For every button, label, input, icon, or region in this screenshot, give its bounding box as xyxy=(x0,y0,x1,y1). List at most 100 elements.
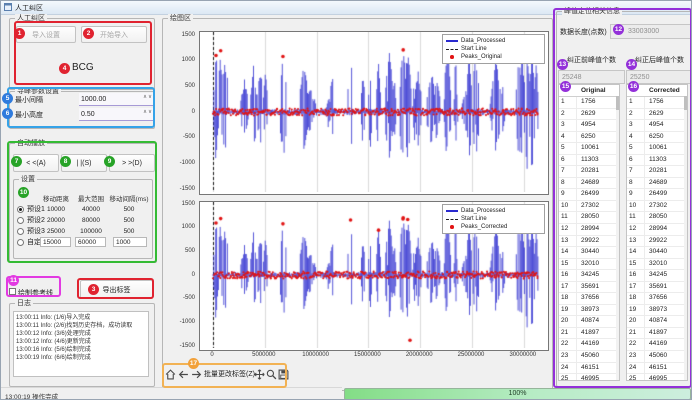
preset-radio-3[interactable] xyxy=(17,228,24,235)
table-row[interactable]: 2244169 xyxy=(559,339,619,351)
table-row[interactable]: 1430440 xyxy=(627,247,687,259)
table-row[interactable]: 1735691 xyxy=(627,282,687,294)
row-index: 11 xyxy=(559,212,577,223)
table-row[interactable]: 1837656 xyxy=(559,293,619,305)
table-row[interactable]: 22629 xyxy=(559,109,619,121)
table-row[interactable]: 1228994 xyxy=(559,224,619,236)
table-row[interactable]: 2345060 xyxy=(627,351,687,363)
row-index: 9 xyxy=(559,189,577,200)
legend-line-icon xyxy=(446,40,458,42)
table-row[interactable]: 611303 xyxy=(627,155,687,167)
table-scrollbar[interactable] xyxy=(616,96,619,380)
table-row[interactable]: 926499 xyxy=(627,189,687,201)
row-value: 24689 xyxy=(645,178,667,189)
table-row[interactable]: 1027302 xyxy=(627,201,687,213)
preset-value: 20000 xyxy=(36,216,76,226)
row-index: 8 xyxy=(627,178,645,189)
table-row[interactable]: 1532010 xyxy=(627,259,687,271)
draw-reference-checkbox[interactable] xyxy=(9,288,16,295)
table-row[interactable]: 2446151 xyxy=(627,363,687,375)
legend-dash-icon xyxy=(446,49,458,50)
table-row[interactable]: 1329922 xyxy=(627,236,687,248)
scrollbar-thumb[interactable] xyxy=(616,96,619,110)
import-settings-button[interactable]: 导入设置 xyxy=(16,26,76,43)
table-row[interactable]: 2141897 xyxy=(627,328,687,340)
y-tick-upper: 0 xyxy=(169,109,195,115)
table-row[interactable]: 22629 xyxy=(627,109,687,121)
spin-arrows-icon[interactable]: ∧∨ xyxy=(143,94,153,100)
step-forward-button[interactable]: > >(D) xyxy=(109,154,155,172)
log-output[interactable]: 13:00:11 Info: (1/6)导入完成13:00:11 Info: (… xyxy=(13,311,149,377)
table-row[interactable]: 1329922 xyxy=(559,236,619,248)
table-row[interactable]: 46250 xyxy=(627,132,687,144)
preset-radio-2[interactable] xyxy=(17,217,24,224)
table-row[interactable]: 824689 xyxy=(559,178,619,190)
row-index: 6 xyxy=(559,155,577,166)
table-row[interactable]: 1634245 xyxy=(559,270,619,282)
table-row[interactable]: 1430440 xyxy=(559,247,619,259)
preset-radio-1[interactable] xyxy=(17,206,24,213)
table-row[interactable]: 510061 xyxy=(627,143,687,155)
y-tick-upper: -500 xyxy=(169,134,195,140)
back-button[interactable] xyxy=(177,367,190,382)
table-row[interactable]: 2446151 xyxy=(559,363,619,375)
batch-edit-labels-button[interactable]: 批量更改标签(Z) xyxy=(204,367,255,382)
min-height-spinbox[interactable]: 0.50 ∧∨ xyxy=(79,108,155,121)
table-row[interactable]: 720281 xyxy=(627,166,687,178)
custom-value-input-0[interactable]: 15000 xyxy=(40,237,71,247)
home-button[interactable] xyxy=(164,367,177,382)
table-row[interactable]: 2040874 xyxy=(627,316,687,328)
table-row[interactable]: 720281 xyxy=(559,166,619,178)
table-row[interactable]: 1634245 xyxy=(627,270,687,282)
preset-radio-4[interactable] xyxy=(17,239,24,246)
table-row[interactable]: 1128050 xyxy=(559,212,619,224)
original-peaks-table[interactable]: Original11756226293495446250510061611303… xyxy=(558,84,620,381)
log-line: 13:00:16 Info: (5/6)绘制完成 xyxy=(16,346,146,354)
chart-lower-legend: Data_ProcessedStart LinePeaks_Corrected xyxy=(442,204,545,234)
table-row[interactable]: 2546995 xyxy=(559,374,619,381)
scrollbar-thumb[interactable] xyxy=(684,96,687,110)
table-row[interactable]: 11756 xyxy=(627,97,687,109)
table-row[interactable]: 2141897 xyxy=(559,328,619,340)
save-button[interactable] xyxy=(277,367,290,382)
row-index: 20 xyxy=(627,316,645,327)
table-row[interactable]: 1027302 xyxy=(559,201,619,213)
table-row[interactable]: 1735691 xyxy=(559,282,619,294)
forward-button[interactable] xyxy=(190,367,203,382)
table-row[interactable]: 824689 xyxy=(627,178,687,190)
min-interval-spinbox[interactable]: 1000.00 ∧∨ xyxy=(79,93,155,106)
corrected-peaks-table[interactable]: Corrected1175622629349544625051006161130… xyxy=(626,84,688,381)
table-row[interactable]: 1228994 xyxy=(627,224,687,236)
spin-arrows-icon[interactable]: ∧∨ xyxy=(143,109,153,115)
preset-table-header: 移动距离最大范围移动间隔(ms) xyxy=(15,195,151,205)
table-row[interactable]: 34954 xyxy=(627,120,687,132)
table-row[interactable]: 34954 xyxy=(559,120,619,132)
y-tick-upper: 1500 xyxy=(169,32,195,38)
table-row[interactable]: 1128050 xyxy=(627,212,687,224)
custom-value-input-1[interactable]: 60000 xyxy=(75,237,106,247)
table-row[interactable]: 2040874 xyxy=(559,316,619,328)
table-row[interactable]: 510061 xyxy=(559,143,619,155)
table-row[interactable]: 46250 xyxy=(559,132,619,144)
legend-dashed-sample xyxy=(446,219,461,220)
table-row[interactable]: 11756 xyxy=(559,97,619,109)
row-value: 2629 xyxy=(645,109,663,120)
som-marker-4: 4 xyxy=(59,63,70,74)
row-value: 44169 xyxy=(577,339,599,350)
status-bar: 13:00:19 操作完成 xyxy=(1,387,342,400)
y-tick-lower: 0 xyxy=(169,272,195,278)
table-row[interactable]: 611303 xyxy=(559,155,619,167)
table-row[interactable]: 1532010 xyxy=(559,259,619,271)
table-row[interactable]: 1938973 xyxy=(627,305,687,317)
peak-info-title: 峰值定位相关信息 xyxy=(562,7,622,16)
row-value: 35691 xyxy=(577,282,599,293)
table-row[interactable]: 2345060 xyxy=(559,351,619,363)
table-row[interactable]: 1837656 xyxy=(627,293,687,305)
table-row[interactable]: 926499 xyxy=(559,189,619,201)
row-index: 24 xyxy=(559,363,577,374)
table-row[interactable]: 2546995 xyxy=(627,374,687,381)
table-row[interactable]: 2244169 xyxy=(627,339,687,351)
table-row[interactable]: 1938973 xyxy=(559,305,619,317)
table-scrollbar[interactable] xyxy=(684,96,687,380)
custom-value-input-2[interactable]: 1000 xyxy=(113,237,147,247)
